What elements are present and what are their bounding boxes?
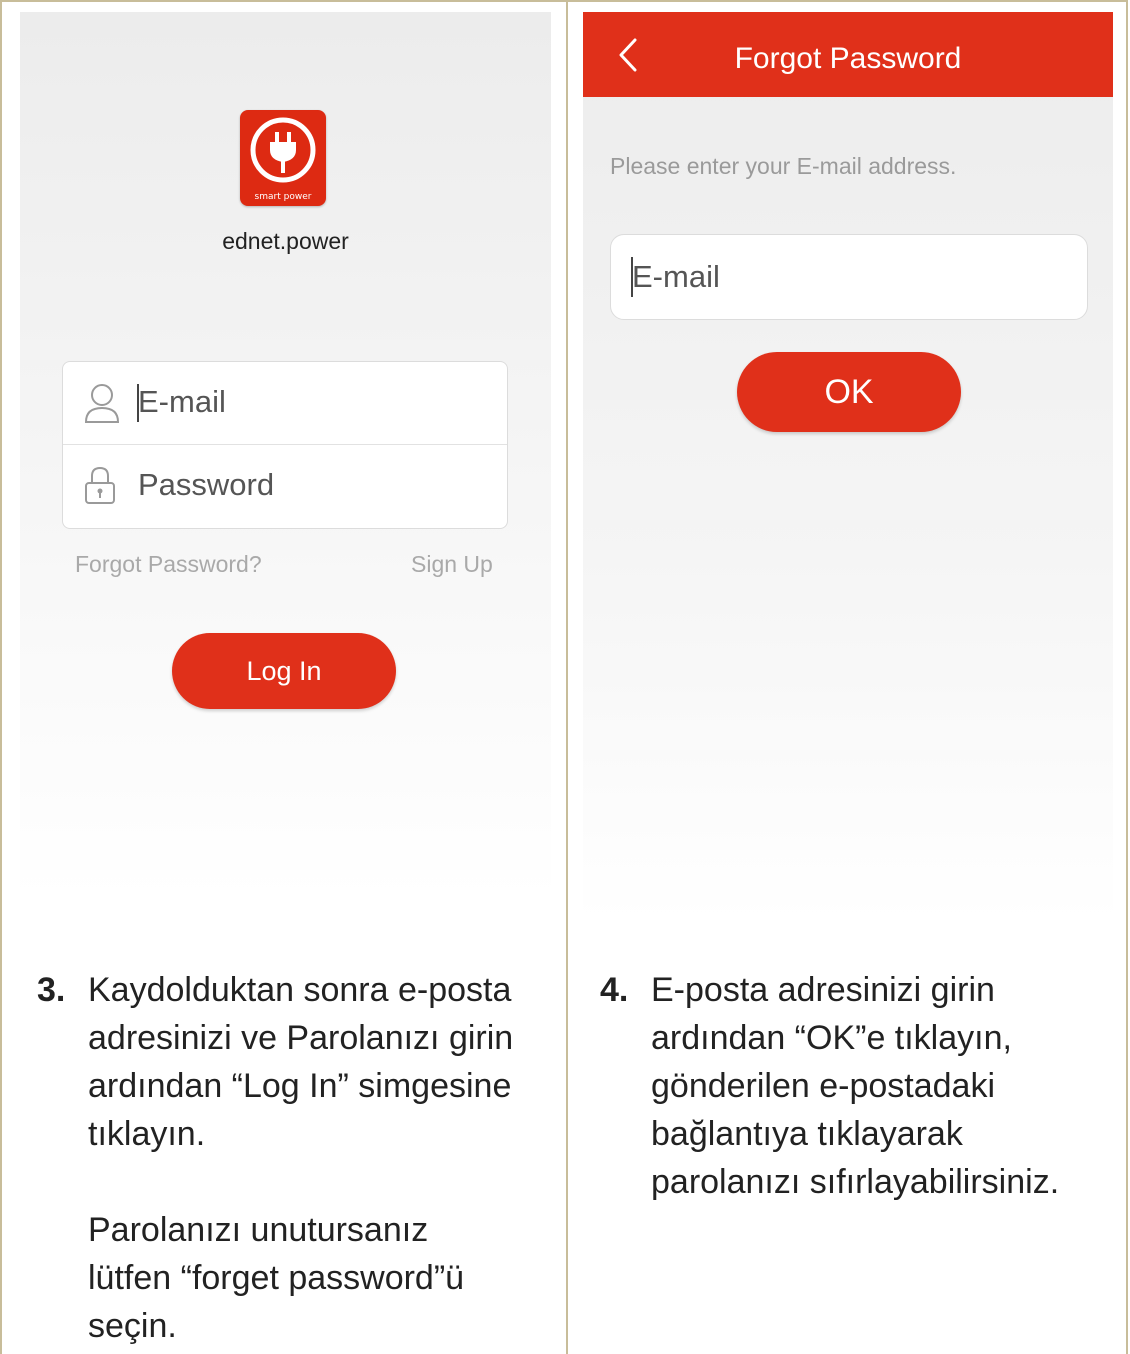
step-line: gönderilen e-postadaki <box>651 1067 996 1105</box>
page-title: Forgot Password <box>734 42 962 75</box>
step-line: Kaydolduktan sonra e-posta <box>88 971 512 1009</box>
login-form: E-mail Password <box>62 361 508 529</box>
forgot-password-screen: Forgot Password Please enter your E-mail… <box>583 12 1113 922</box>
lock-icon <box>85 466 115 504</box>
email-hint: Please enter your E-mail address. <box>610 153 957 179</box>
email-field[interactable]: E-mail <box>610 234 1088 320</box>
forgot-password-link[interactable]: Forgot Password? <box>75 551 262 578</box>
user-icon <box>84 384 120 423</box>
login-screen: smart power ednet.power E-mail Password … <box>20 12 551 900</box>
step-text: Kaydolduktan sonra e-posta adresinizi ve… <box>88 966 513 1158</box>
step-text: E-posta adresinizi girin ardından “OK”e … <box>651 966 1059 1206</box>
step-number: 4. <box>600 971 629 1009</box>
email-placeholder: E-mail <box>632 259 720 294</box>
step-line: ardından “Log In” simgesine <box>88 1067 512 1105</box>
step-line: parolanızı sıfırlayabilirsiniz. <box>651 1163 1060 1201</box>
column-divider <box>566 0 568 1354</box>
step-line: bağlantıya tıklayarak <box>651 1115 963 1153</box>
password-placeholder: Password <box>138 467 275 502</box>
note-line: lütfen “forget password”ü <box>88 1259 465 1297</box>
step-line: adresinizi ve Parolanızı girin <box>88 1019 514 1057</box>
step-number: 3. <box>37 971 66 1009</box>
login-button[interactable]: Log In <box>172 633 396 709</box>
sign-up-link[interactable]: Sign Up <box>411 551 493 578</box>
ok-button[interactable]: OK <box>737 352 961 432</box>
app-logo: smart power <box>240 110 326 206</box>
step-line: E-posta adresinizi girin <box>651 971 995 1009</box>
logo-caption: smart power <box>254 192 312 202</box>
password-field[interactable]: Password <box>63 445 507 527</box>
step-note: Parolanızı unutursanız lütfen “forget pa… <box>88 1206 464 1350</box>
email-field[interactable]: E-mail <box>63 362 507 445</box>
email-placeholder: E-mail <box>138 384 226 419</box>
step-line: ardından “OK”e tıklayın, <box>651 1019 1012 1057</box>
step-line: tıklayın. <box>88 1115 206 1153</box>
note-line: Parolanızı unutursanız <box>88 1211 429 1249</box>
app-name: ednet.power <box>222 228 349 254</box>
top-bar: Forgot Password <box>583 12 1113 97</box>
note-line: seçin. <box>88 1307 177 1345</box>
